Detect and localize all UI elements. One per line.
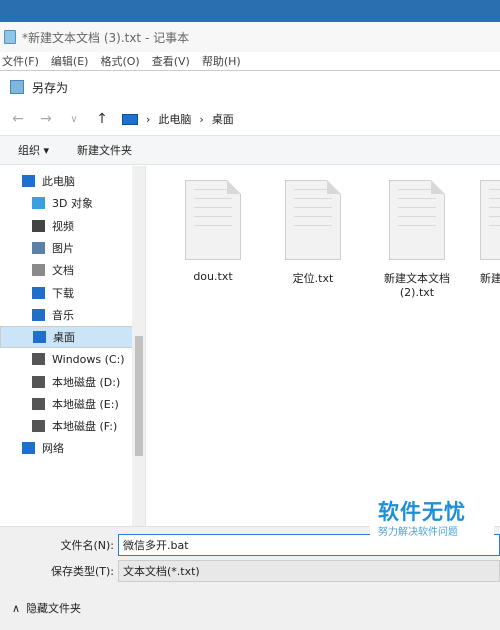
network-icon [22, 442, 35, 455]
file-item[interactable]: 新建文本文档 (2).txt [372, 180, 462, 299]
notepad-title: *新建文本文档 (3).txt - 记事本 [22, 30, 190, 45]
desktop-icon [33, 331, 46, 344]
sidebar-item-label: 此电脑 [42, 175, 75, 189]
menu-edit[interactable]: 编辑(E) [51, 53, 89, 69]
text-file-icon [185, 180, 241, 260]
video-icon [32, 219, 45, 232]
organize-button[interactable]: 组织 ▾ [18, 142, 49, 158]
document-icon [32, 264, 45, 277]
download-icon [32, 286, 45, 299]
drive-icon [32, 420, 45, 433]
filetype-row: 保存类型(T): 文本文档(*.txt) [0, 559, 500, 583]
sidebar-item-label: 下载 [52, 286, 74, 300]
new-folder-button[interactable]: 新建文件夹 [77, 142, 132, 158]
drive-icon [32, 353, 45, 366]
file-name: dou.txt [193, 270, 233, 283]
sidebar-item[interactable]: 本地磁盘 (E:) [0, 393, 145, 415]
sidebar-item-label: 网络 [42, 442, 64, 456]
notepad-icon [4, 30, 16, 44]
hide-folders-toggle[interactable]: 隐藏文件夹 [26, 600, 81, 616]
navigation-scroll-thumb[interactable] [135, 336, 143, 456]
breadcrumb-this-pc[interactable]: 此电脑 [158, 111, 191, 127]
menu-view[interactable]: 查看(V) [152, 53, 190, 69]
back-arrow-icon[interactable]: ← [10, 111, 26, 127]
file-item[interactable]: dou.txt [168, 180, 258, 283]
navigation-pane: 此电脑 3D 对象视频图片文档下载音乐桌面 Windows (C:) 本地磁盘 (D:… [0, 166, 146, 526]
file-item[interactable]: 定位.txt [268, 180, 358, 286]
chevron-down-icon[interactable]: ∨ [66, 114, 82, 125]
music-icon [32, 308, 45, 321]
text-file-icon [480, 180, 500, 260]
menu-file[interactable]: 文件(F) [2, 53, 39, 69]
sidebar-item[interactable]: 此电脑 [0, 170, 145, 192]
save-as-dialog: 另存为 ← → ∨ ↑ › 此电脑 › 桌面 组织 ▾ 新建文件夹 此电脑 3D … [0, 70, 500, 630]
sidebar-item-label: 桌面 [53, 331, 75, 345]
computer-icon [122, 113, 138, 125]
chevron-up-icon[interactable]: ∧ [12, 602, 20, 615]
cube-icon [32, 197, 45, 210]
watermark-title: 软件无忧 [378, 500, 466, 524]
sidebar-item[interactable]: 3D 对象 [0, 192, 145, 214]
file-name: 新建文本文档 (2).txt [384, 272, 450, 299]
address-bar: ← → ∨ ↑ › 此电脑 › 桌面 [0, 103, 500, 135]
file-item[interactable]: 新建 [472, 180, 500, 286]
drive-icon [32, 375, 45, 388]
sidebar-item[interactable]: Windows (C:) [0, 348, 145, 370]
file-name: 定位.txt [292, 272, 334, 285]
forward-arrow-icon[interactable]: → [38, 111, 54, 127]
text-file-icon [285, 180, 341, 260]
sidebar-item[interactable]: 视频 [0, 215, 145, 237]
sidebar-item[interactable]: 本地磁盘 (F:) [0, 415, 145, 437]
text-file-icon [389, 180, 445, 260]
notepad-icon [10, 80, 24, 94]
notepad-title-bar: *新建文本文档 (3).txt - 记事本 [0, 22, 500, 52]
file-list: dou.txt 定位.txt 新建文本文档 (2).txt 新建 [150, 166, 500, 526]
sidebar-item[interactable]: 网络 [0, 437, 145, 459]
sidebar-item[interactable]: 文档 [0, 259, 145, 281]
sidebar-item[interactable]: 下载 [0, 281, 145, 303]
dialog-title-bar: 另存为 [0, 71, 500, 103]
up-arrow-icon[interactable]: ↑ [94, 111, 110, 127]
breadcrumb: › 此电脑 › 桌面 [122, 111, 234, 127]
sidebar-item-label: Windows (C:) [52, 352, 125, 366]
dialog-toolbar: 组织 ▾ 新建文件夹 [0, 135, 500, 165]
computer-icon [22, 175, 35, 188]
menu-format[interactable]: 格式(O) [100, 53, 139, 69]
dialog-title: 另存为 [32, 80, 69, 95]
filetype-select[interactable]: 文本文档(*.txt) [118, 560, 500, 582]
watermark: 软件无忧 努力解决软件问题 [370, 494, 494, 550]
breadcrumb-desktop[interactable]: 桌面 [212, 111, 234, 127]
notepad-menu-bar: 文件(F) 编辑(E) 格式(O) 查看(V) 帮助(H) [0, 52, 500, 70]
picture-icon [32, 242, 45, 255]
sidebar-item-label: 图片 [52, 242, 74, 256]
sidebar-item-label: 本地磁盘 (E:) [52, 397, 119, 411]
drive-icon [32, 397, 45, 410]
watermark-subtitle: 努力解决软件问题 [378, 527, 458, 538]
sidebar-item[interactable]: 桌面 [0, 326, 145, 349]
sidebar-item-label: 文档 [52, 264, 74, 278]
sidebar-item-label: 视频 [52, 219, 74, 233]
file-name: 新建 [480, 272, 500, 285]
dialog-footer: ∧ 隐藏文件夹 [0, 586, 500, 630]
menu-help[interactable]: 帮助(H) [202, 53, 241, 69]
sidebar-item-label: 本地磁盘 (D:) [52, 375, 121, 389]
sidebar-item[interactable]: 图片 [0, 237, 145, 259]
sidebar-item[interactable]: 本地磁盘 (D:) [0, 370, 145, 392]
sidebar-item[interactable]: 音乐 [0, 304, 145, 326]
filename-label: 文件名(N): [60, 539, 114, 552]
sidebar-item-label: 音乐 [52, 308, 74, 322]
sidebar-item-label: 本地磁盘 (F:) [52, 420, 118, 434]
filetype-label: 保存类型(T): [50, 565, 114, 578]
sidebar-item-label: 3D 对象 [52, 197, 93, 211]
